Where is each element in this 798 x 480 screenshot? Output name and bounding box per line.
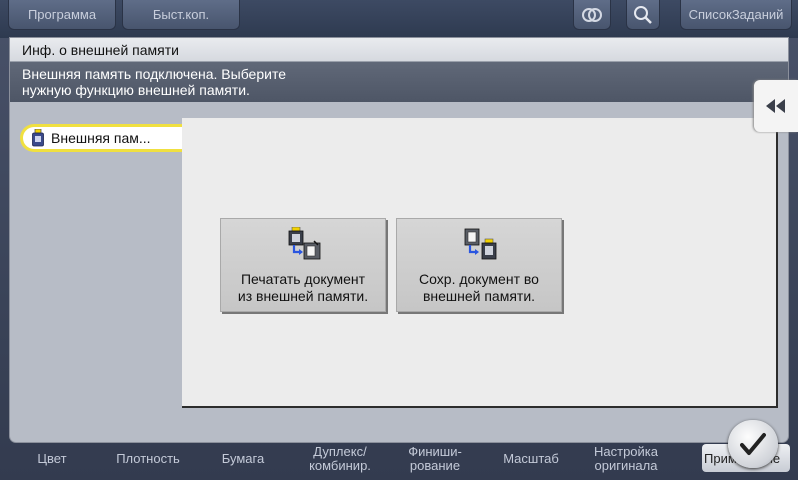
save-button-label-1: Сохр. документ во — [419, 271, 539, 287]
function-content-area: Печатать документ из внешней памяти. Сох… — [182, 118, 778, 408]
program-button[interactable]: Программа — [8, 0, 116, 30]
save-to-memory-icon — [464, 228, 497, 260]
checkmark-icon — [740, 433, 766, 455]
double-chevron-left-icon — [766, 99, 785, 113]
tab-finishing-label-2: рование — [409, 458, 461, 473]
print-from-memory-button[interactable]: Печатать документ из внешней памяти. — [220, 218, 386, 312]
save-to-memory-button[interactable]: Сохр. документ во внешней памяти. — [396, 218, 562, 312]
tab-zoom[interactable]: Масштаб — [492, 442, 570, 476]
tab-paper[interactable]: Бумага — [208, 442, 278, 476]
print-button-label-2: из внешней памяти. — [237, 288, 369, 304]
tab-duplex-combine[interactable]: Дуплекс/ комбинир. — [296, 442, 384, 476]
dialog-message-line-2: нужную функцию внешней памяти. — [22, 82, 250, 98]
job-list-button[interactable]: СписокЗаданий — [680, 0, 792, 30]
nav-item-label: Внешняя пам... — [51, 130, 151, 146]
external-memory-dialog: Инф. о внешней памяти Внешняя память под… — [10, 38, 788, 442]
tab-finishing[interactable]: Финиши- рование — [396, 442, 474, 476]
quick-copy-button-label: Быст.коп. — [152, 7, 210, 22]
tab-color[interactable]: Цвет — [22, 442, 82, 476]
tab-duplex-label-1: Дуплекс/ — [313, 444, 367, 459]
tab-duplex-label-2: комбинир. — [309, 458, 371, 473]
nav-item-external-memory[interactable]: Внешняя пам... — [20, 124, 190, 152]
dialog-message-line-1: Внешняя память подключена. Выберите — [22, 66, 286, 82]
tab-original-settings[interactable]: Настройка оригинала — [584, 442, 668, 476]
tab-original-label-2: оригинала — [594, 458, 658, 473]
dialog-message: Внешняя память подключена. Выберите нужн… — [10, 62, 788, 102]
tab-original-label-1: Настройка — [594, 444, 658, 459]
top-bar: Программа Быст.коп. СписокЗаданий — [0, 0, 798, 38]
link-icon — [582, 7, 602, 22]
tab-zoom-label: Масштаб — [503, 451, 559, 466]
tab-density-label: Плотность — [116, 451, 180, 466]
search-button[interactable] — [626, 0, 660, 30]
print-from-memory-icon — [288, 227, 321, 260]
tab-paper-label: Бумага — [221, 451, 265, 466]
link-button[interactable] — [573, 0, 611, 30]
quick-copy-button[interactable]: Быст.коп. — [122, 0, 240, 30]
side-panel-collapse-button[interactable] — [754, 80, 798, 132]
tab-density[interactable]: Плотность — [108, 442, 188, 476]
save-button-label-2: внешней памяти. — [422, 288, 536, 304]
tab-color-label: Цвет — [37, 451, 67, 466]
tab-finishing-label-1: Финиши- — [408, 444, 462, 459]
usb-memory-icon — [32, 129, 44, 147]
print-button-label-1: Печатать документ — [240, 271, 366, 287]
ok-button[interactable] — [728, 420, 778, 468]
dialog-title: Инф. о внешней памяти — [10, 38, 788, 62]
job-list-button-label: СписокЗаданий — [688, 7, 784, 22]
search-icon — [634, 5, 652, 24]
program-button-label: Программа — [27, 7, 97, 22]
